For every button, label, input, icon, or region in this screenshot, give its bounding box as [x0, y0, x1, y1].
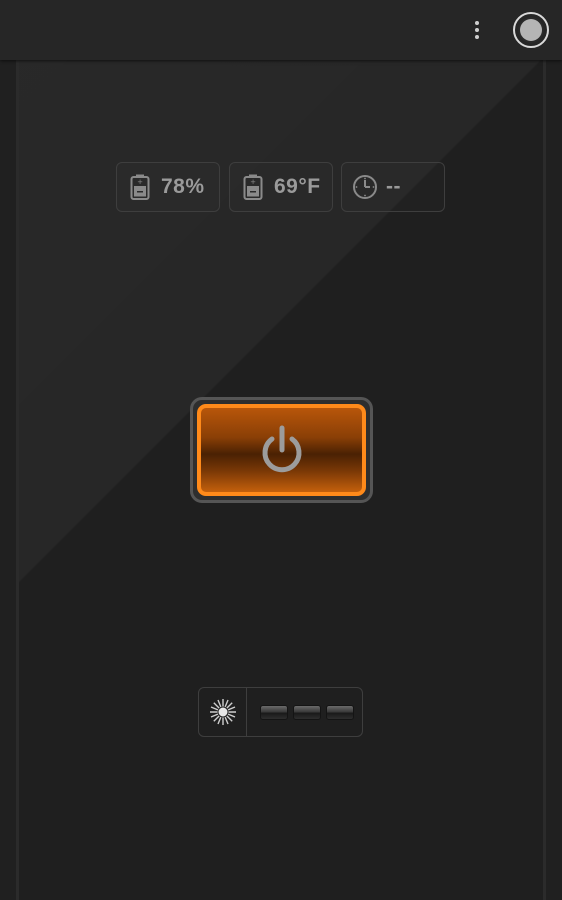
record-circle-icon[interactable]	[513, 12, 549, 48]
power-button[interactable]	[190, 397, 373, 503]
power-icon	[262, 425, 301, 473]
strobe-level-bars	[260, 704, 354, 720]
battery-temperature-value: 69°F	[274, 175, 321, 198]
timer-stat: --	[341, 162, 445, 212]
clock-icon	[352, 174, 378, 200]
battery-level-stat: + 78%	[116, 162, 220, 212]
battery-temperature-stat: + 69°F	[229, 162, 333, 212]
more-vert-icon[interactable]	[462, 14, 492, 46]
battery-level-value: 78%	[161, 175, 205, 198]
strobe-sun-icon[interactable]	[199, 688, 247, 736]
strobe-level-bar[interactable]	[293, 704, 321, 720]
action-bar	[0, 0, 562, 60]
strobe-level-bar[interactable]	[260, 704, 288, 720]
battery-icon: +	[240, 174, 266, 200]
battery-icon: +	[127, 174, 153, 200]
mode-selector[interactable]	[198, 687, 363, 737]
svg-text:+: +	[250, 178, 256, 186]
app-screen: + 78% + 69°F --	[0, 0, 562, 900]
svg-text:+: +	[137, 178, 143, 186]
power-button-face[interactable]	[197, 404, 366, 496]
timer-value: --	[386, 175, 401, 198]
strobe-level-bar[interactable]	[326, 704, 354, 720]
